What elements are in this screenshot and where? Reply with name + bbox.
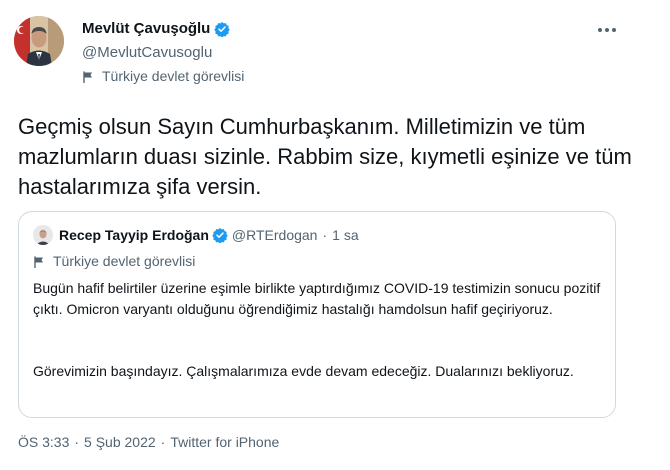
flag-icon [33, 255, 45, 269]
verified-badge-icon [212, 227, 228, 244]
meta-separator: · [160, 434, 166, 450]
meta-separator: · [74, 434, 80, 450]
tweet-source[interactable]: Twitter for iPhone [170, 434, 279, 450]
quoted-avatar-image [33, 225, 53, 245]
quoted-tweet[interactable]: Recep Tayyip Erdoğan @RTErdogan · 1 sa T… [18, 211, 616, 418]
author-name-row: Mevlüt Çavuşoğlu [82, 20, 231, 37]
quoted-author-label: Türkiye devlet görevlisi [33, 253, 195, 269]
tweet-date[interactable]: 5 Şub 2022 [84, 434, 156, 450]
author-avatar[interactable] [14, 16, 64, 66]
tweet: Mevlüt Çavuşoğlu @MevlutCavusoglu Türkiy… [0, 0, 670, 470]
author-label-text: Türkiye devlet görevlisi [102, 68, 245, 84]
verified-badge-icon [214, 21, 231, 37]
tweet-time[interactable]: ÖS 3:33 [18, 434, 69, 450]
quoted-display-name: Recep Tayyip Erdoğan [59, 227, 209, 243]
quoted-label-text: Türkiye devlet görevlisi [53, 253, 196, 269]
author-label: Türkiye devlet görevlisi [82, 68, 244, 84]
quoted-text-paragraph-1: Bugün hafif belirtiler üzerine eşimle bi… [33, 280, 601, 317]
flag-icon [82, 70, 94, 84]
tweet-text: Geçmiş olsun Sayın Cumhurbaşkanım. Mille… [18, 114, 632, 199]
quoted-timestamp: 1 sa [332, 227, 359, 243]
quoted-handle: @RTErdogan [231, 227, 318, 243]
quoted-text-paragraph-2: Görevimizin başındayız. Çalışmalarımıza … [33, 363, 574, 379]
quoted-header: Recep Tayyip Erdoğan @RTErdogan · 1 sa [59, 227, 359, 244]
author-display-name[interactable]: Mevlüt Çavuşoğlu [82, 20, 210, 37]
avatar-image [14, 16, 64, 66]
more-options-icon[interactable] [592, 18, 622, 42]
author-handle[interactable]: @MevlutCavusoglu [82, 44, 212, 61]
tweet-meta: ÖS 3:33 · 5 Şub 2022 · Twitter for iPhon… [18, 434, 279, 450]
quoted-separator: · [322, 227, 328, 243]
quoted-author-avatar [33, 225, 53, 245]
